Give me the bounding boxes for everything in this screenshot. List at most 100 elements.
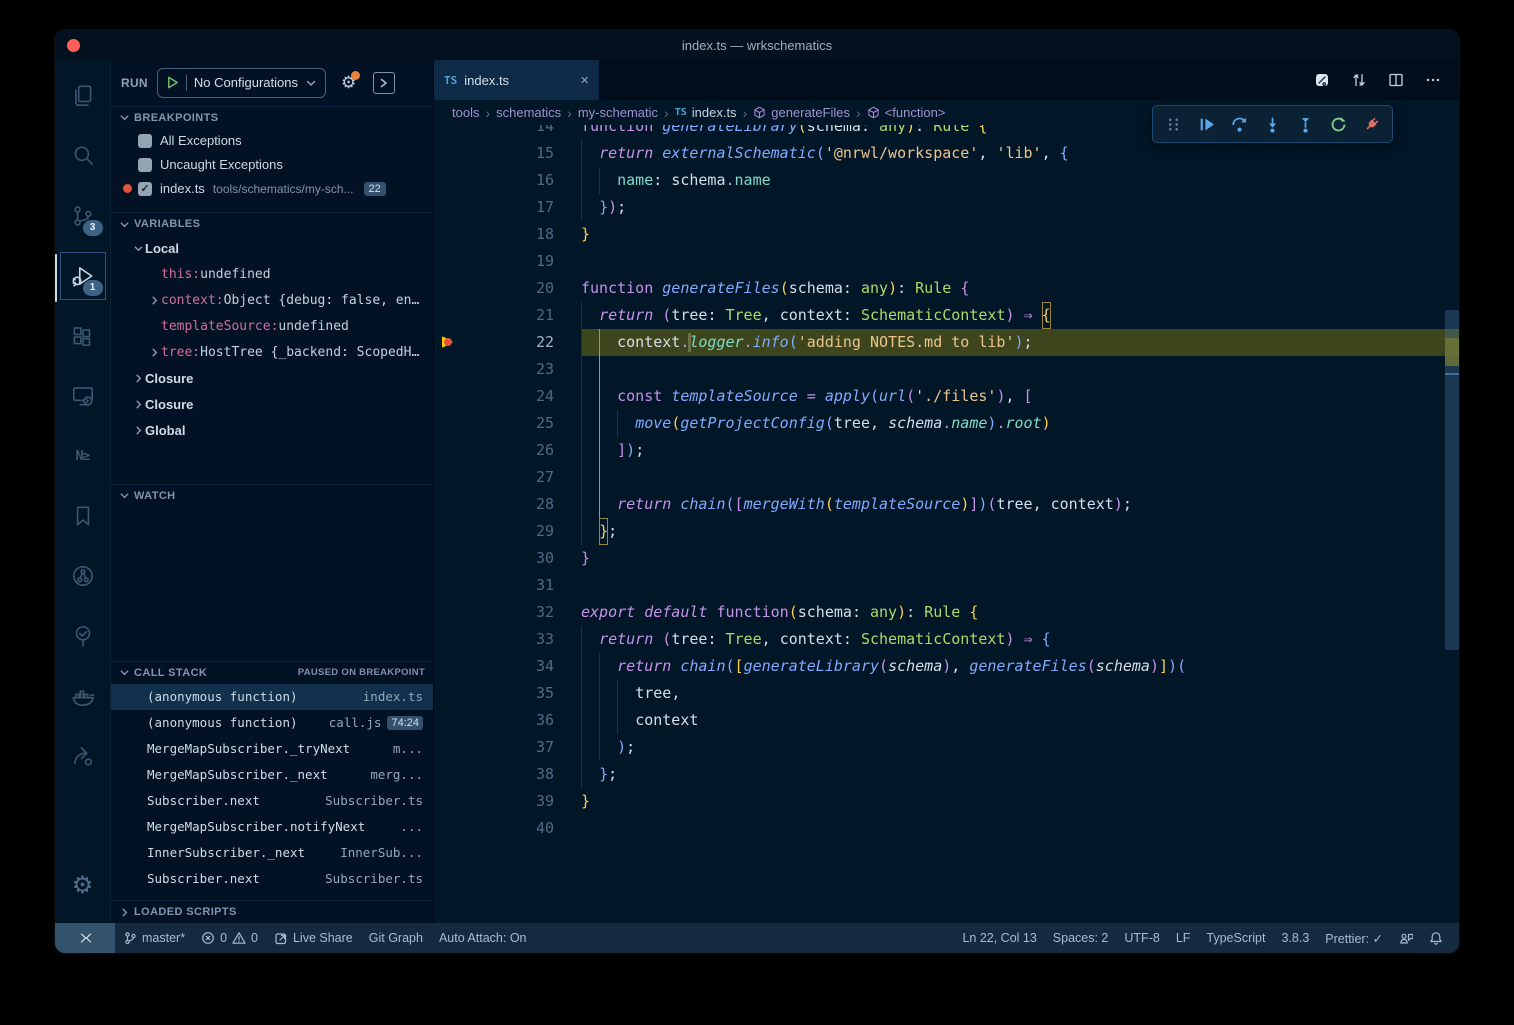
call-stack-frame[interactable]: (anonymous function)index.ts [111, 684, 433, 710]
call-stack-frame[interactable]: MergeMapSubscriber._tryNextm... [111, 736, 433, 762]
split-editor-icon[interactable] [1388, 72, 1404, 88]
activity-manage-gear-icon[interactable]: ⚙ [59, 857, 107, 913]
open-changes-icon[interactable] [1314, 72, 1330, 88]
configure-gear-icon[interactable]: ⚙ [341, 73, 356, 93]
code-line-39[interactable]: 39} [434, 788, 1459, 815]
breadcrumb-item[interactable]: TSindex.ts [675, 105, 737, 120]
zoom-window-button[interactable] [109, 39, 122, 52]
breakpoint-row[interactable]: ✓index.tstools/schematics/my-sch...22 [111, 177, 433, 201]
launch-configuration-dropdown[interactable]: No Configurations [157, 68, 326, 98]
activity-run-and-debug-icon[interactable]: 1 [59, 248, 107, 304]
gutter[interactable]: 36 [434, 707, 581, 734]
code-line-34[interactable]: 34 return chain([generateLibrary(schema)… [434, 653, 1459, 680]
variables-header[interactable]: VARIABLES [111, 213, 433, 235]
variables-scope-row[interactable]: Closure [111, 365, 433, 391]
activity-live-share-icon[interactable] [59, 728, 107, 784]
gutter[interactable]: 33 [434, 626, 581, 653]
watch-header[interactable]: WATCH [111, 485, 433, 507]
continue-button[interactable] [1196, 114, 1217, 135]
code-line-40[interactable]: 40 [434, 815, 1459, 842]
breakpoint-row[interactable]: All Exceptions [111, 129, 433, 153]
statusbar-prettier[interactable]: Prettier: ✓ [1317, 923, 1391, 953]
activity-docker-icon[interactable] [59, 668, 107, 724]
code-line-25[interactable]: 25 move(getProjectConfig(tree, schema.na… [434, 410, 1459, 437]
gutter[interactable]: 14 [434, 125, 581, 140]
statusbar-notifications[interactable] [1421, 923, 1451, 953]
activity-source-control-icon[interactable]: 3 [59, 188, 107, 244]
breakpoint-checkbox[interactable]: ✓ [138, 182, 152, 196]
paused-breakpoint-arrow-icon[interactable] [442, 335, 458, 350]
statusbar-branch[interactable]: master* [115, 923, 193, 953]
loaded-scripts-header[interactable]: LOADED SCRIPTS [111, 901, 433, 923]
code-line-35[interactable]: 35 tree, [434, 680, 1459, 707]
call-stack-header[interactable]: CALL STACK PAUSED ON BREAKPOINT [111, 662, 433, 684]
variables-scope-row[interactable]: Global [111, 417, 433, 443]
gutter[interactable]: 31 [434, 572, 581, 599]
gutter[interactable]: 16 [434, 167, 581, 194]
code-line-31[interactable]: 31 [434, 572, 1459, 599]
activity-search-icon[interactable] [59, 128, 107, 184]
activity-extensions-icon[interactable] [59, 308, 107, 364]
statusbar-language[interactable]: TypeScript [1198, 923, 1273, 953]
gutter[interactable]: 17 [434, 194, 581, 221]
step-over-button[interactable] [1229, 114, 1250, 135]
git-compare-icon[interactable] [1351, 72, 1367, 88]
activity-remote-explorer-icon[interactable] [59, 368, 107, 424]
code-line-22[interactable]: 22 context.logger.info('adding NOTES.md … [434, 329, 1459, 356]
statusbar-live-share[interactable]: Live Share [266, 923, 361, 953]
statusbar-auto-attach[interactable]: Auto Attach: On [431, 923, 535, 953]
code-line-28[interactable]: 28 return chain([mergeWith(templateSourc… [434, 491, 1459, 518]
gutter[interactable]: 26 [434, 437, 581, 464]
code-line-26[interactable]: 26 ]); [434, 437, 1459, 464]
code-line-37[interactable]: 37 ); [434, 734, 1459, 761]
statusbar-indentation[interactable]: Spaces: 2 [1045, 923, 1117, 953]
gutter[interactable]: 20 [434, 275, 581, 302]
code-line-33[interactable]: 33 return (tree: Tree, context: Schemati… [434, 626, 1459, 653]
variables-scope-row[interactable]: Closure [111, 391, 433, 417]
code-line-20[interactable]: 20function generateFiles(schema: any): R… [434, 275, 1459, 302]
code-line-21[interactable]: 21 return (tree: Tree, context: Schemati… [434, 302, 1459, 329]
variable-row[interactable]: templateSource: undefined [111, 313, 433, 339]
gutter[interactable]: 24 [434, 383, 581, 410]
activity-testing-icon[interactable] [59, 608, 107, 664]
statusbar-encoding[interactable]: UTF-8 [1116, 923, 1167, 953]
gutter[interactable]: 34 [434, 653, 581, 680]
breakpoint-row[interactable]: Uncaught Exceptions [111, 153, 433, 177]
code-line-19[interactable]: 19 [434, 248, 1459, 275]
breakpoints-header[interactable]: BREAKPOINTS [111, 107, 433, 129]
code-editor[interactable]: 14function generateLibrary(schema: any):… [434, 125, 1459, 923]
code-line-38[interactable]: 38 }; [434, 761, 1459, 788]
gutter[interactable]: 32 [434, 599, 581, 626]
breadcrumb-item[interactable]: tools [452, 105, 479, 120]
tab-index-ts[interactable]: TS index.ts × [434, 60, 599, 100]
disconnect-button[interactable] [1361, 114, 1382, 135]
call-stack-frame[interactable]: MergeMapSubscriber.notifyNext... [111, 814, 433, 840]
step-out-button[interactable] [1295, 114, 1316, 135]
statusbar-eol[interactable]: LF [1168, 923, 1199, 953]
variable-row[interactable]: this: undefined [111, 261, 433, 287]
code-line-24[interactable]: 24 const templateSource = apply(url('./f… [434, 383, 1459, 410]
breadcrumb-item[interactable]: generateFiles [753, 105, 850, 120]
gutter[interactable]: 19 [434, 248, 581, 275]
breadcrumb-item[interactable]: my-schematic [578, 105, 658, 120]
gutter[interactable]: 37 [434, 734, 581, 761]
activity-gitlens-icon[interactable] [59, 548, 107, 604]
code-line-15[interactable]: 15 return externalSchematic('@nrwl/works… [434, 140, 1459, 167]
drag-grip-button[interactable] [1163, 114, 1184, 135]
code-line-36[interactable]: 36 context [434, 707, 1459, 734]
gutter[interactable]: 35 [434, 680, 581, 707]
statusbar-cursor-position[interactable]: Ln 22, Col 13 [954, 923, 1044, 953]
code-line-32[interactable]: 32export default function(schema: any): … [434, 599, 1459, 626]
gutter[interactable]: 28 [434, 491, 581, 518]
call-stack-frame[interactable]: InnerSubscriber._nextInnerSub... [111, 840, 433, 866]
call-stack-frame[interactable]: MergeMapSubscriber._nextmerg... [111, 762, 433, 788]
statusbar-git-graph[interactable]: Git Graph [361, 923, 431, 953]
breakpoint-checkbox[interactable] [138, 134, 152, 148]
minimize-window-button[interactable] [88, 39, 101, 52]
breadcrumb-item[interactable]: schematics [496, 105, 561, 120]
statusbar-remote[interactable] [55, 923, 115, 953]
breadcrumb-item[interactable]: <function> [867, 105, 946, 120]
gutter[interactable]: 25 [434, 410, 581, 437]
gutter[interactable]: 38 [434, 761, 581, 788]
code-line-17[interactable]: 17 }); [434, 194, 1459, 221]
